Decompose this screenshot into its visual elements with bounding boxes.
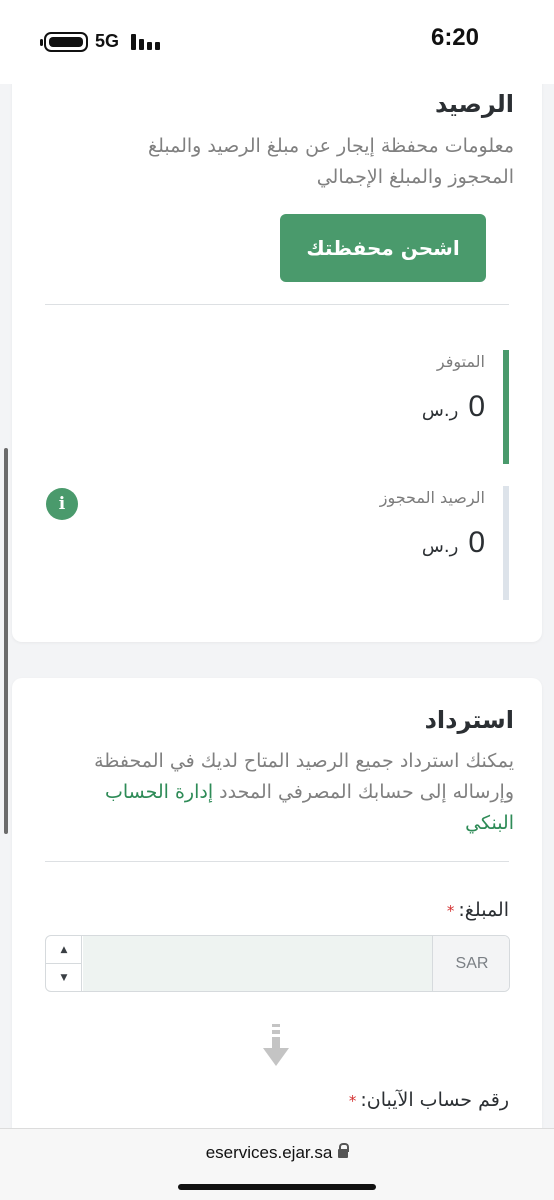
lock-icon (338, 1143, 350, 1158)
url-display[interactable]: eservices.ejar.sa (0, 1143, 554, 1163)
reserved-currency: ر.س (421, 536, 459, 557)
clock: 6:20 (430, 24, 480, 51)
amount-stepper: ▲ ▼ (46, 936, 82, 991)
bank-account-link-cont[interactable]: البنكي (465, 812, 514, 834)
home-indicator[interactable] (178, 1184, 376, 1190)
amount-input[interactable] (83, 936, 432, 991)
available-accent-bar (503, 350, 509, 464)
balance-card: الرصيد معلومات محفظة إيجار عن مبلغ الرصي… (12, 60, 542, 642)
required-mark: * (446, 902, 455, 920)
available-value: 0 (468, 390, 485, 423)
amount-label: المبلغ:* (446, 899, 509, 921)
divider (45, 304, 509, 305)
scrollbar[interactable] (4, 448, 8, 834)
battery-icon (40, 32, 88, 52)
amount-input-group: ▲ ▼ SAR (45, 935, 510, 992)
balance-description: معلومات محفظة إيجار عن مبلغ الرصيد والمب… (147, 135, 514, 188)
refund-card: استرداد يمكنك استرداد جميع الرصيد المتاح… (12, 678, 542, 1138)
available-currency: ر.س (421, 400, 459, 421)
signal-icon (131, 34, 161, 50)
reserved-amount: 0 ر.س (422, 526, 485, 560)
reserved-accent-bar (503, 486, 509, 600)
available-label: المتوفر (436, 352, 485, 371)
increment-button[interactable]: ▲ (46, 936, 82, 964)
decrement-button[interactable]: ▼ (46, 964, 82, 991)
available-balance: المتوفر 0 ر.س (209, 350, 509, 464)
refund-description: يمكنك استرداد جميع الرصيد المتاح لديك في… (94, 750, 514, 834)
currency-addon: SAR (432, 936, 509, 991)
available-amount: 0 ر.س (422, 390, 485, 424)
required-mark: * (348, 1092, 357, 1110)
network-type: 5G (95, 31, 120, 51)
info-icon[interactable]: i (46, 488, 78, 520)
status-bar: 5G 6:20 (0, 0, 554, 84)
balance-title: الرصيد (434, 90, 514, 118)
topup-wallet-button[interactable]: اشحن محفظتك (280, 214, 486, 282)
reserved-value: 0 (468, 526, 485, 559)
url-text: eservices.ejar.sa (205, 1143, 333, 1162)
bank-account-link[interactable]: إدارة الحساب (105, 781, 213, 803)
browser-url-bar[interactable]: eservices.ejar.sa (0, 1128, 554, 1200)
refund-title: استرداد (424, 706, 514, 734)
divider (45, 861, 509, 862)
arrow-down-icon (263, 1024, 289, 1066)
reserved-balance: الرصيد المحجوز 0 ر.س (209, 486, 509, 600)
iban-label: رقم حساب الآيبان:* (348, 1089, 509, 1111)
reserved-label: الرصيد المحجوز (379, 488, 485, 507)
